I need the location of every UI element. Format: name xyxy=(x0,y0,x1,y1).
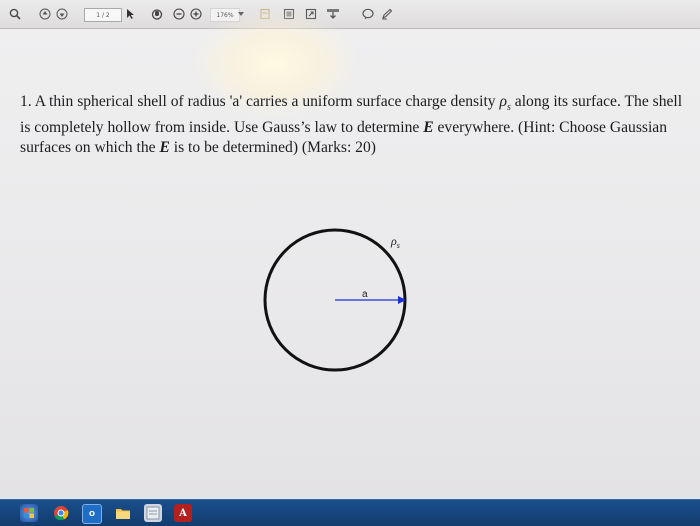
charge-density-subscript: s xyxy=(397,241,400,250)
pen-icon[interactable] xyxy=(380,5,394,23)
zoom-out-icon[interactable] xyxy=(172,5,186,23)
page-down-icon[interactable] xyxy=(55,5,69,23)
comment-icon[interactable] xyxy=(361,5,375,23)
question-text-part-4: is to be determined) (Marks: 20) xyxy=(169,139,376,157)
windows-taskbar: O A xyxy=(0,499,700,526)
fit-page-icon[interactable] xyxy=(258,5,272,23)
explorer-icon[interactable] xyxy=(114,504,132,522)
outlook-icon[interactable]: O xyxy=(82,504,102,524)
radius-label: a xyxy=(362,289,368,300)
attach-icon[interactable] xyxy=(325,5,341,23)
hand-tool-icon[interactable] xyxy=(150,5,164,23)
search-icon[interactable] xyxy=(6,5,24,23)
page-up-icon[interactable] xyxy=(38,5,52,23)
e-field-symbol: E xyxy=(423,119,434,137)
question-text-part-1: 1. A thin spherical shell of radius 'a' … xyxy=(20,93,500,110)
e-field-symbol: E xyxy=(159,139,170,157)
zoom-dropdown-icon[interactable] xyxy=(236,5,246,23)
acrobat-icon[interactable]: A xyxy=(174,504,192,522)
question-text: 1. A thin spherical shell of radius 'a' … xyxy=(20,92,688,158)
charge-density-label: ρs xyxy=(390,234,400,250)
fit-width-icon[interactable] xyxy=(282,5,296,23)
app-icon[interactable] xyxy=(144,504,162,522)
zoom-in-icon[interactable] xyxy=(189,5,203,23)
page-number-field[interactable]: 1 / 2 xyxy=(84,8,122,22)
select-arrow-icon[interactable] xyxy=(124,5,136,23)
fullscreen-icon[interactable] xyxy=(304,5,318,23)
rho-symbol: ρ xyxy=(499,93,507,110)
spherical-shell-diagram: a ρs xyxy=(263,228,407,372)
chrome-icon[interactable] xyxy=(52,504,70,522)
pdf-toolbar: 1 / 2 176% xyxy=(0,0,700,29)
start-icon[interactable] xyxy=(20,504,38,522)
